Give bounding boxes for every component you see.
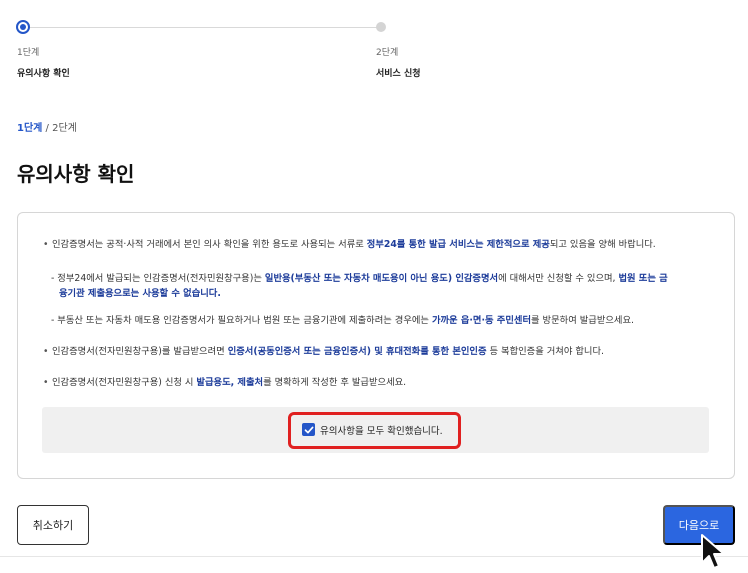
step-breadcrumb: 1단계 / 2단계 [17,119,77,134]
step-2-name: 서비스 신청 [376,69,421,79]
notice-item-1: 인감증명서는 공적·사적 거래에서 본인 의사 확인을 위한 용도로 사용되는 … [43,238,656,252]
notice-item-3-text: 인감증명서(전자민원창구용) 신청 시 [52,377,197,388]
footer-divider [0,556,748,557]
notice-item-3: 인감증명서(전자민원창구용) 신청 시 발급용도, 제출처를 명확하게 작성한 … [43,376,407,390]
notice-sub-1-line-1: - 정부24에서 발급되는 인감증명서(전자민원창구용)는 일반용(부동산 또는… [51,272,668,286]
notice-item-1-text: 인감증명서는 공적·사적 거래에서 본인 의사 확인을 위한 용도로 사용되는 … [52,239,367,250]
notice-item-3-tail: 를 명확하게 작성한 후 발급받으세요. [263,377,407,388]
step-2-number: 2단계 [376,48,399,58]
notice-sub-2-emphasis: 가까운 읍·면·동 주민센터 [431,315,532,326]
notice-item-1-emphasis: 정부24를 통한 발급 서비스는 제한적으로 제공 [366,239,550,250]
breadcrumb-total: 2단계 [52,123,77,134]
notice-sub-1-emphasis-2: 법원 또는 금 [618,273,668,284]
notice-item-2-text: 인감증명서(전자민원창구용)를 발급받으려면 [52,346,228,357]
notice-sub-1-emphasis-1: 일반용(부동산 또는 자동차 매도용이 아닌 용도) 인감증명서 [264,273,499,284]
notice-sub-1-text: - 정부24에서 발급되는 인감증명서(전자민원창구용)는 [51,273,265,284]
notice-sub-2: - 부동산 또는 자동차 매도용 인감증명서가 필요하거나 법원 또는 금융기관… [51,314,634,328]
notice-item-2-emphasis: 인증서(공동인증서 또는 금융인증서) 및 휴대전화를 통한 본인인증 [227,346,487,357]
step-1-number: 1단계 [17,48,40,58]
notice-sub-2-text: - 부동산 또는 자동차 매도용 인감증명서가 필요하거나 법원 또는 금융기관… [51,315,432,326]
check-icon [304,426,313,433]
breadcrumb-separator: / [42,123,53,134]
progress-stepper: 1단계 유의사항 확인 2단계 서비스 신청 [0,0,748,90]
step-1-indicator [16,20,30,34]
agree-label[interactable]: 유의사항을 모두 확인했습니다. [320,423,443,437]
notice-sub-1-mid: 에 대해서만 신청할 수 있으며, [498,273,619,284]
stepper-track [23,27,381,28]
step-1-name: 유의사항 확인 [17,69,70,79]
notice-sub-1-line-2: 융기관 제출용으로는 사용할 수 없습니다. [59,287,221,301]
page-title: 유의사항 확인 [17,162,135,186]
agree-checkbox[interactable] [302,423,315,436]
cancel-button[interactable]: 취소하기 [17,505,89,545]
notice-item-2: 인감증명서(전자민원창구용)를 발급받으려면 인증서(공동인증서 또는 금융인증… [43,345,604,359]
mouse-pointer-icon [701,534,725,569]
breadcrumb-current: 1단계 [17,123,43,134]
notice-item-2-tail: 등 복합인증을 거쳐야 합니다. [486,346,604,357]
notice-item-1-tail: 되고 있음을 양해 바랍니다. [549,239,656,250]
step-2-indicator [376,22,386,32]
notice-item-3-emphasis: 발급용도, 제출처 [196,377,264,388]
notice-sub-2-tail: 를 방문하여 발급받으세요. [531,315,634,326]
notice-sub-1-emphasis-3: 융기관 제출용으로는 사용할 수 없습니다. [59,288,221,299]
